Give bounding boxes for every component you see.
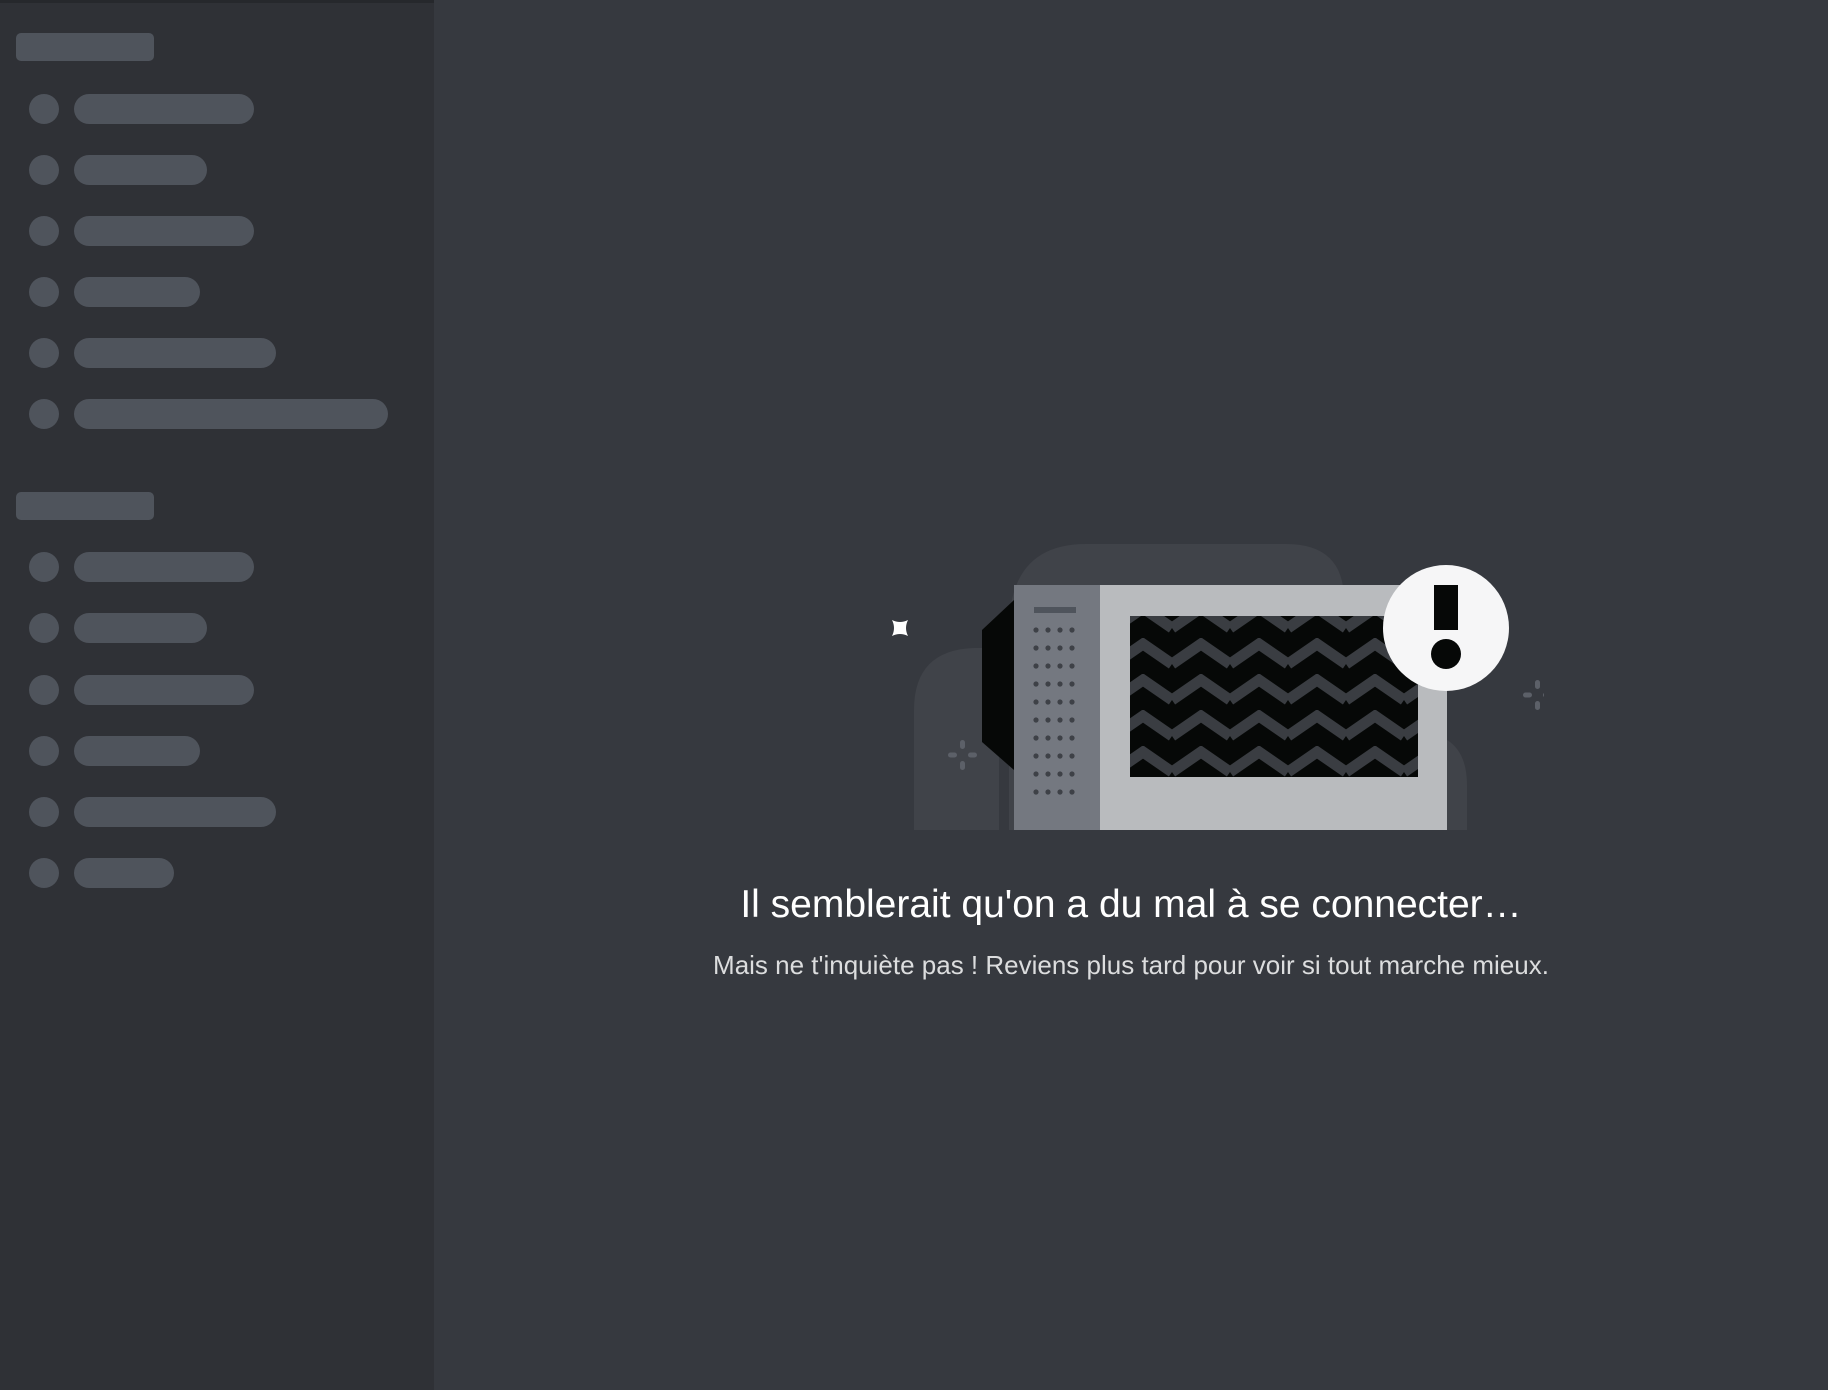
placeholder-avatar xyxy=(29,155,59,185)
placeholder-avatar xyxy=(29,736,59,766)
placeholder-avatar xyxy=(29,797,59,827)
placeholder-label xyxy=(74,216,254,246)
placeholder-label xyxy=(74,552,254,582)
placeholder-avatar xyxy=(29,94,59,124)
placeholder-avatar xyxy=(29,338,59,368)
placeholder-avatar xyxy=(29,552,59,582)
broken-tv-warning-icon xyxy=(892,544,1544,830)
placeholder-label xyxy=(74,675,254,705)
connection-error-title: Il semblerait qu'on a du mal à se connec… xyxy=(740,883,1522,926)
placeholder-label xyxy=(74,613,207,643)
main-content: Il semblerait qu'on a du mal à se connec… xyxy=(434,0,1828,1390)
placeholder-label xyxy=(74,277,200,307)
connection-error-subtitle: Mais ne t'inquiète pas ! Reviens plus ta… xyxy=(713,950,1549,980)
placeholder-label xyxy=(74,858,174,888)
placeholder-label xyxy=(74,736,200,766)
sidebar-heading-placeholder xyxy=(16,33,154,61)
placeholder-avatar xyxy=(29,613,59,643)
placeholder-label xyxy=(74,338,276,368)
placeholder-label xyxy=(74,399,388,429)
placeholder-avatar xyxy=(29,399,59,429)
placeholder-label xyxy=(74,94,254,124)
placeholder-avatar xyxy=(29,675,59,705)
placeholder-label xyxy=(74,797,276,827)
sidebar-loading-skeleton xyxy=(0,0,434,1390)
placeholder-avatar xyxy=(29,216,59,246)
placeholder-label xyxy=(74,155,207,185)
sidebar-heading-placeholder xyxy=(16,492,154,520)
app-window: Il semblerait qu'on a du mal à se connec… xyxy=(0,0,1828,1390)
placeholder-avatar xyxy=(29,858,59,888)
placeholder-avatar xyxy=(29,277,59,307)
